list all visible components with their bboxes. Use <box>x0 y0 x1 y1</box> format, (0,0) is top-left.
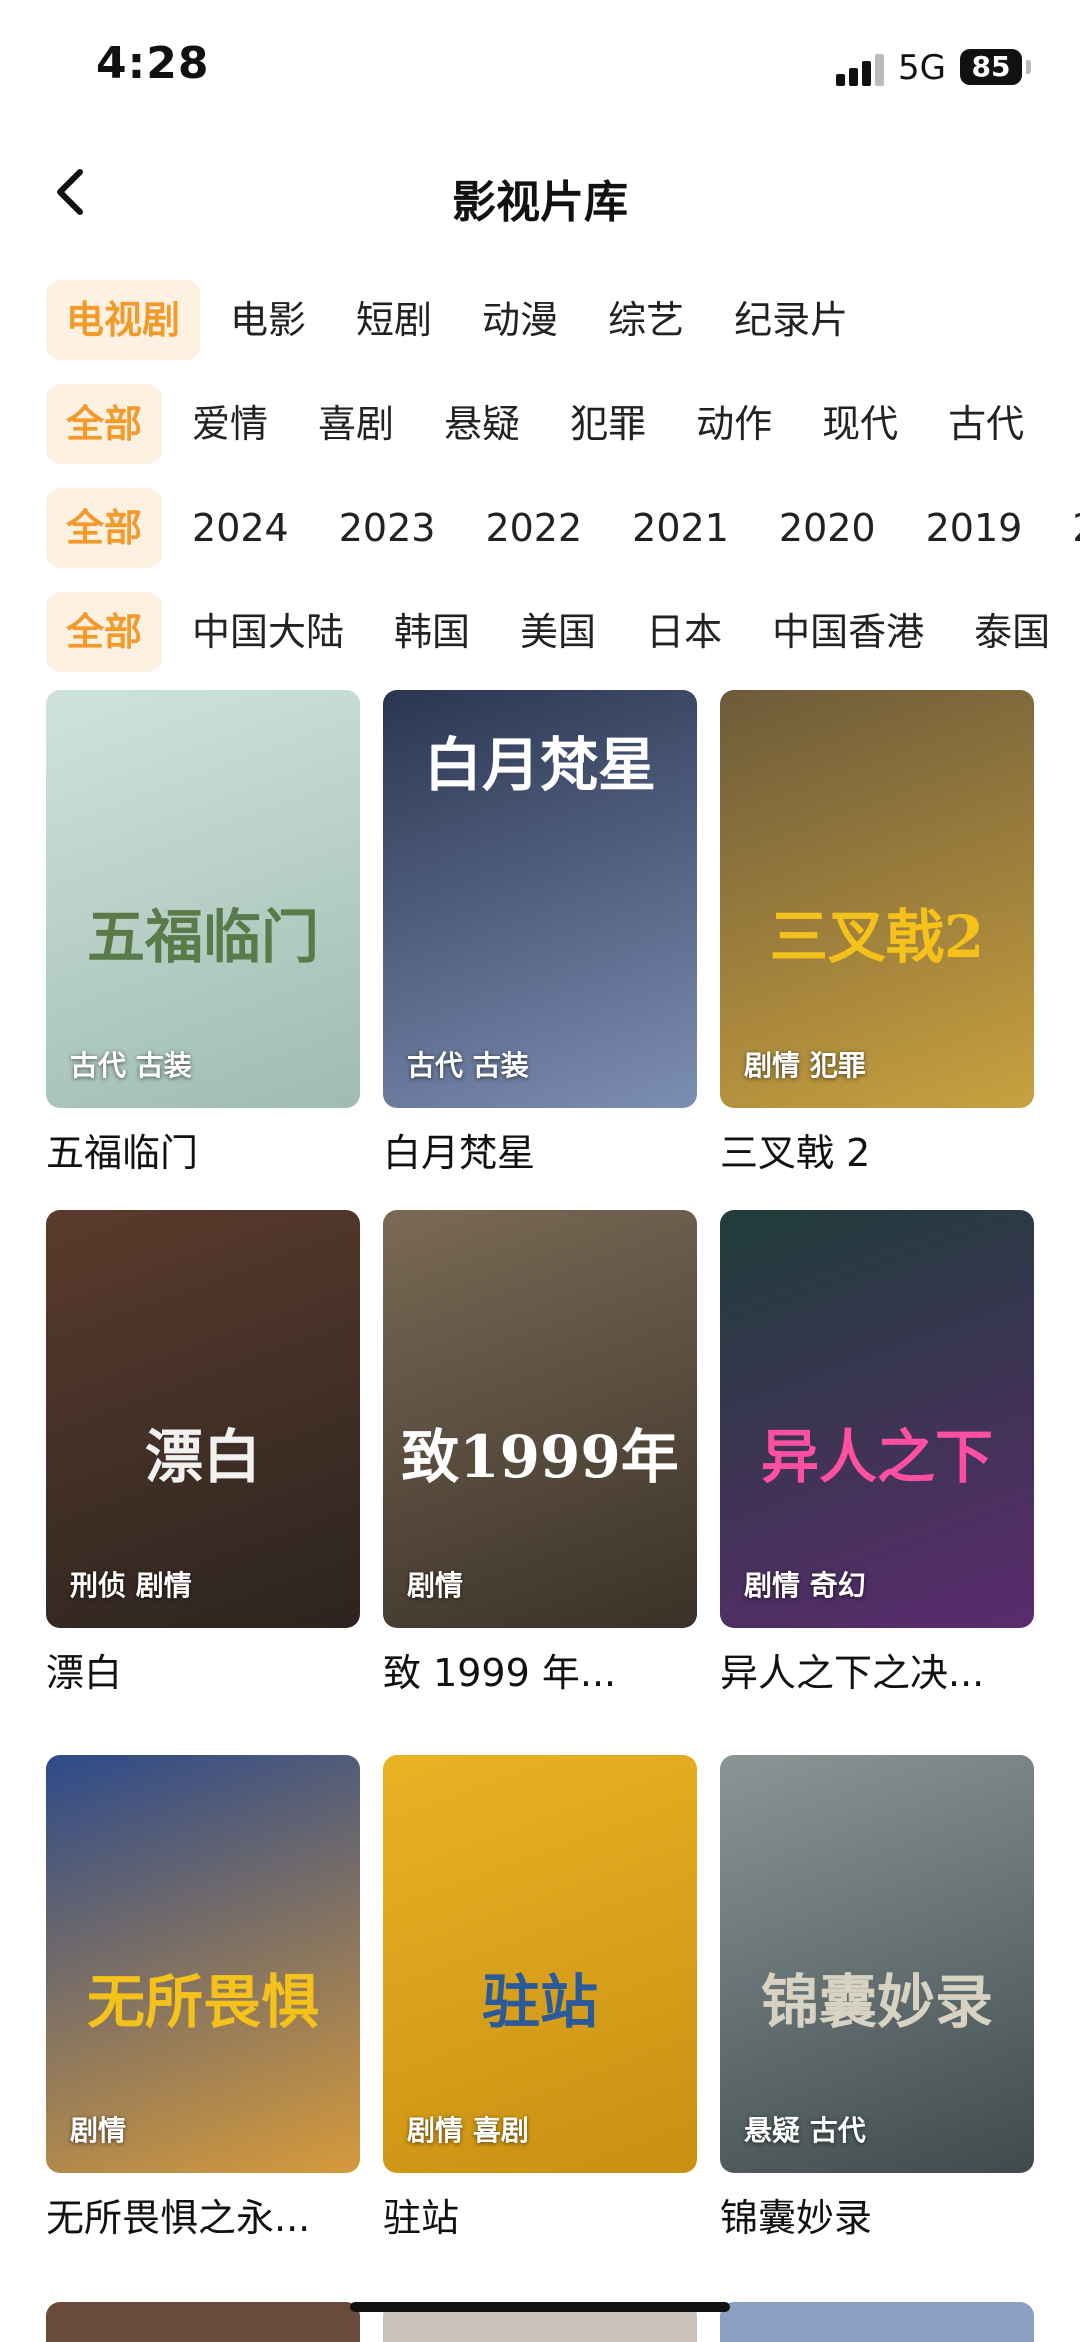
region-chip[interactable]: 韩国 <box>374 592 490 672</box>
signal-icon <box>836 52 886 86</box>
year-chip[interactable]: 2020 <box>759 488 896 568</box>
region-chip[interactable]: 日本 <box>626 592 742 672</box>
status-bar: 4:28 5G 85 <box>0 0 1080 140</box>
year-chip[interactable]: 2022 <box>465 488 602 568</box>
status-time: 4:28 <box>96 38 210 89</box>
type-chip[interactable]: 动漫 <box>462 280 578 360</box>
poster-tags: 古代 古装 <box>70 1049 192 1082</box>
poster-title-art: 异人之下 <box>760 1423 993 1491</box>
show-title[interactable]: 锦囊妙录 <box>720 2187 1034 2242</box>
genre-chip[interactable]: 古代 <box>928 384 1044 464</box>
poster-title-art: 锦囊妙录 <box>760 1968 993 2036</box>
region-chip[interactable]: 全部 <box>46 592 163 672</box>
home-indicator <box>350 2302 730 2312</box>
year-chip[interactable]: 2023 <box>319 488 456 568</box>
year-chip[interactable]: 20 <box>1052 488 1080 568</box>
region-chip[interactable]: 中国大陆 <box>172 592 364 672</box>
genre-chip[interactable]: 悬疑 <box>424 384 540 464</box>
region-filter-row: 全部 中国大陆 韩国 美国 日本 中国香港 泰国 <box>46 592 1080 672</box>
poster-tags: 剧情 喜剧 <box>407 2114 529 2147</box>
genre-chip[interactable]: 现代 <box>802 384 918 464</box>
poster-title-art: 驻站 <box>481 1968 598 2036</box>
show-poster[interactable]: 致1999年剧情 <box>383 1210 697 1628</box>
year-chip[interactable]: 2021 <box>612 488 749 568</box>
show-title[interactable]: 白月梵星 <box>383 1122 697 1177</box>
poster-tags: 剧情 <box>407 1569 464 1602</box>
show-title[interactable]: 无所畏惧之永... <box>46 2187 360 2242</box>
genre-chip[interactable]: 爱情 <box>172 384 288 464</box>
genre-chip[interactable]: 全部 <box>46 384 163 464</box>
battery-tip <box>1026 60 1031 74</box>
poster-tags: 刑侦 剧情 <box>70 1569 192 1602</box>
region-chip[interactable]: 美国 <box>500 592 616 672</box>
show-poster[interactable]: 异人之下剧情 奇幻 <box>720 1210 1034 1628</box>
show-title[interactable]: 五福临门 <box>46 1122 360 1177</box>
poster-title-art: 致1999年 <box>401 1423 679 1491</box>
show-title[interactable]: 三叉戟 2 <box>720 1122 1034 1177</box>
poster-title-art: 五福临门 <box>86 903 319 971</box>
show-poster[interactable]: 漂白刑侦 剧情 <box>46 1210 360 1628</box>
region-chip[interactable]: 中国香港 <box>752 592 944 672</box>
poster-title-art: 无所畏惧 <box>86 1968 319 2036</box>
network-label: 5G <box>898 48 946 88</box>
year-chip[interactable]: 2019 <box>906 488 1043 568</box>
show-poster[interactable]: 无所畏惧剧情 <box>46 1755 360 2173</box>
type-filter-row: 电视剧 电影 短剧 动漫 综艺 纪录片 <box>46 280 1080 360</box>
region-chip[interactable]: 泰国 <box>954 592 1070 672</box>
genre-chip[interactable]: 喜剧 <box>298 384 414 464</box>
poster-tags: 古代 古装 <box>407 1049 529 1082</box>
poster-title-art: 白月梵星 <box>423 731 656 799</box>
page-title: 影视片库 <box>452 177 628 228</box>
type-chip[interactable]: 电视剧 <box>46 280 201 360</box>
show-poster[interactable]: 三叉戟2 剧情 犯罪 <box>720 690 1034 1108</box>
genre-chip[interactable]: 动作 <box>676 384 792 464</box>
poster-partial[interactable] <box>720 2302 1034 2342</box>
show-poster[interactable]: 锦囊妙录悬疑 古代 <box>720 1755 1034 2173</box>
year-filter-row: 全部20242023202220212020201920 <box>46 488 1080 568</box>
type-chip[interactable]: 综艺 <box>588 280 704 360</box>
show-poster[interactable]: 白月梵星古代 古装 <box>383 690 697 1108</box>
show-title[interactable]: 漂白 <box>46 1642 360 1697</box>
show-poster[interactable]: 五福临门古代 古装 <box>46 690 360 1108</box>
year-chip[interactable]: 全部 <box>46 488 163 568</box>
type-chip[interactable]: 电影 <box>210 280 326 360</box>
battery-icon: 85 <box>960 49 1022 85</box>
show-title[interactable]: 驻站 <box>383 2187 697 2242</box>
poster-partial[interactable] <box>46 2302 360 2342</box>
year-chip[interactable]: 2024 <box>172 488 309 568</box>
type-chip[interactable]: 短剧 <box>336 280 452 360</box>
poster-tags: 悬疑 古代 <box>744 2114 866 2147</box>
genre-filter-row: 全部 爱情 喜剧 悬疑 犯罪 动作 现代 古代 <box>46 384 1080 464</box>
show-title[interactable]: 异人之下之决... <box>720 1642 1034 1697</box>
poster-tags: 剧情 犯罪 <box>744 1049 866 1082</box>
poster-tags: 剧情 <box>70 2114 127 2147</box>
show-poster[interactable]: 驻站剧情 喜剧 <box>383 1755 697 2173</box>
show-title[interactable]: 致 1999 年... <box>383 1642 697 1697</box>
poster-title-art: 三叉戟2 <box>769 903 985 971</box>
type-chip[interactable]: 纪录片 <box>714 280 868 360</box>
genre-chip[interactable]: 犯罪 <box>550 384 666 464</box>
poster-tags: 剧情 奇幻 <box>744 1569 866 1602</box>
poster-title-art: 漂白 <box>144 1423 261 1491</box>
